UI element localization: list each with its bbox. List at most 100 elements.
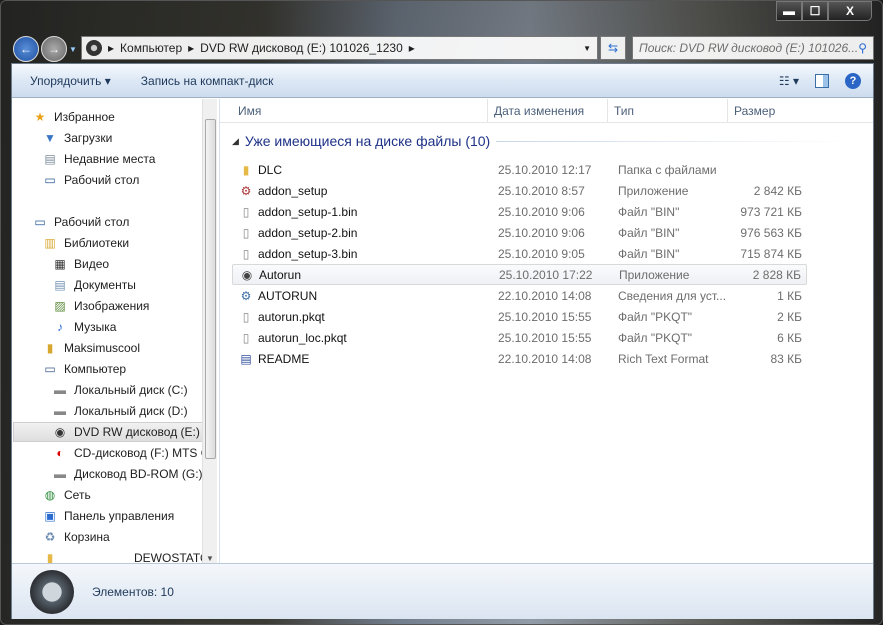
- file-row[interactable]: ▯ addon_setup-2.bin 25.10.2010 9:06 Файл "B…: [232, 222, 807, 243]
- settings-file-icon: ⚙: [240, 288, 252, 303]
- sidebar-item[interactable]: ♪ Музыка: [52, 317, 217, 337]
- file-row[interactable]: ▮ DLC 25.10.2010 12:17 Папка с файлами: [232, 159, 807, 180]
- file-row[interactable]: ◉ Autorun 25.10.2010 17:22 Приложение 2 828 …: [232, 264, 807, 285]
- folder-icon: ▮: [242, 162, 250, 177]
- sidebar-item-label: Документы: [74, 278, 136, 292]
- file-icon: ▯: [242, 204, 250, 219]
- close-button[interactable]: X: [828, 1, 872, 21]
- file-date: 22.10.2010 14:08: [498, 288, 592, 303]
- file-row[interactable]: ▯ addon_setup-3.bin 25.10.2010 9:05 Файл "B…: [232, 243, 807, 264]
- refresh-button[interactable]: ⇆: [600, 36, 626, 60]
- column-size[interactable]: Размер: [728, 99, 814, 123]
- sidebar-item-label: Библиотеки: [64, 236, 130, 250]
- column-name[interactable]: Имя: [220, 98, 488, 123]
- sidebar-item[interactable]: ▣ Панель управления: [42, 506, 217, 526]
- maximize-button[interactable]: ☐: [802, 1, 828, 21]
- sidebar-item[interactable]: ◐ CD-дисковод (F:) MTS C: [52, 443, 217, 463]
- dvd-drive-large-icon: [30, 569, 74, 614]
- dvd-drive-icon: [86, 40, 102, 56]
- file-name: AUTORUN: [258, 288, 318, 303]
- user-folder-icon: ▮: [46, 341, 54, 355]
- file-size: 1 КБ: [777, 288, 802, 303]
- breadcrumb-computer[interactable]: Компьютер: [120, 41, 182, 55]
- sidebar-item-label: Maksimuscool: [64, 341, 141, 355]
- file-date: 25.10.2010 9:06: [498, 204, 585, 219]
- file-type: Файл "PKQT": [618, 309, 693, 324]
- sidebar-item[interactable]: ▮ DEWOSTATOR: [42, 548, 217, 563]
- sidebar-item[interactable]: ▥ Библиотеки: [42, 233, 217, 253]
- file-size: 6 КБ: [777, 330, 802, 345]
- breadcrumb-dvd[interactable]: DVD RW дисковод (E:) 101026_1230: [200, 41, 403, 55]
- bd-drive-icon: ▬: [54, 467, 66, 481]
- file-date: 25.10.2010 15:55: [498, 309, 592, 324]
- sidebar-item-label: Недавние места: [64, 152, 156, 166]
- file-row[interactable]: ▯ autorun_loc.pkqt 25.10.2010 15:55 Файл "P…: [232, 327, 807, 348]
- group-header[interactable]: ◢ Уже имеющиеся на диске файлы (10): [232, 133, 852, 149]
- sidebar-item[interactable]: ★ Избранное: [32, 107, 217, 127]
- address-dropdown[interactable]: ▼: [583, 44, 597, 53]
- column-date[interactable]: Дата изменения: [488, 98, 608, 123]
- minimize-button[interactable]: ▬: [776, 1, 802, 21]
- sidebar-item[interactable]: ◍ Сеть: [42, 485, 217, 505]
- navigation-pane: ★ Избранное ▼ Загрузки ▤ Недавние места ▭ Рабоч…: [12, 99, 217, 563]
- control-panel-icon: ▣: [44, 509, 56, 523]
- sidebar-item[interactable]: ▭ Компьютер: [42, 359, 217, 379]
- column-headers: Имя Дата изменения Тип Размер: [220, 98, 873, 123]
- sidebar-item[interactable]: ▮ Maksimuscool: [42, 338, 217, 358]
- preview-pane-icon[interactable]: [815, 73, 829, 88]
- sidebar-item[interactable]: ▨ Изображения: [52, 296, 217, 316]
- file-row[interactable]: ⚙ AUTORUN 22.10.2010 14:08 Сведения для уст…: [232, 285, 807, 306]
- window-frame: ▬ ☐ X ← → ▼ ▸ Компьютер ▸ DVD RW дисковод …: [0, 0, 883, 625]
- sidebar-item[interactable]: ▤ Недавние места: [42, 149, 217, 169]
- file-type: Rich Text Format: [618, 351, 709, 366]
- file-name: README: [258, 351, 310, 366]
- desktop-icon: ▭: [34, 215, 46, 229]
- file-size: 2 842 КБ: [753, 183, 802, 198]
- help-button[interactable]: ?: [845, 72, 861, 89]
- file-type: Сведения для уст...: [618, 288, 727, 303]
- sidebar-item[interactable]: ▬ Локальный диск (C:): [52, 380, 217, 400]
- network-icon: ◍: [44, 488, 56, 502]
- sidebar-item[interactable]: ▼ Загрузки: [42, 128, 217, 148]
- file-row[interactable]: ⚙ addon_setup 25.10.2010 8:57 Приложение 2 8…: [232, 180, 807, 201]
- file-row[interactable]: ▯ autorun.pkqt 25.10.2010 15:55 Файл "PKQT"…: [232, 306, 807, 327]
- sidebar-item[interactable]: ♻ Корзина: [42, 527, 217, 547]
- file-icon: ▯: [242, 330, 250, 345]
- sidebar-item-label: Локальный диск (D:): [74, 404, 188, 418]
- file-row[interactable]: ▤ README 22.10.2010 14:08 Rich Text Format 8…: [232, 348, 807, 369]
- sidebar-item[interactable]: ▬ Дисковод BD-ROM (G:): [52, 464, 217, 484]
- sidebar-item[interactable]: ▭ Рабочий стол: [32, 212, 217, 232]
- file-name: autorun_loc.pkqt: [258, 330, 347, 345]
- sidebar-item[interactable]: ▦ Видео: [52, 254, 217, 274]
- toolbar: Упорядочить ▾ Запись на компакт-диск ☷ ▾…: [12, 64, 873, 98]
- sidebar-item-label: Рабочий стол: [54, 215, 130, 229]
- sidebar-scrollbar[interactable]: ▼: [202, 99, 217, 563]
- file-type: Файл "BIN": [618, 204, 680, 219]
- search-input[interactable]: Поиск: DVD RW дисковод (E:) 101026... ⚲: [632, 36, 874, 60]
- file-name: addon_setup-1.bin: [258, 204, 358, 219]
- sidebar-item[interactable]: ▭ Рабочий стол: [42, 170, 217, 190]
- sidebar-item[interactable]: ▬ Локальный диск (D:): [52, 401, 217, 421]
- file-name: Autorun: [259, 267, 302, 282]
- scrollbar-thumb[interactable]: [205, 119, 216, 459]
- burn-button[interactable]: Запись на компакт-диск: [141, 74, 274, 88]
- file-size: 976 563 КБ: [740, 225, 802, 240]
- file-row[interactable]: ▯ addon_setup-1.bin 25.10.2010 9:06 Файл "B…: [232, 201, 807, 222]
- sidebar-item[interactable]: ▤ Документы: [52, 275, 217, 295]
- group-label: Уже имеющиеся на диске файлы (10): [244, 133, 491, 149]
- sidebar-item-label: Избранное: [54, 110, 115, 124]
- address-bar[interactable]: ▸ Компьютер ▸ DVD RW дисковод (E:) 101026_…: [81, 36, 598, 60]
- column-type[interactable]: Тип: [608, 98, 728, 123]
- forward-button[interactable]: →: [41, 36, 67, 62]
- history-dropdown[interactable]: ▼: [69, 45, 77, 54]
- back-button[interactable]: ←: [13, 36, 39, 62]
- organize-button[interactable]: Упорядочить ▾: [30, 74, 111, 88]
- file-icon: ▯: [242, 309, 250, 324]
- file-size: 2 КБ: [777, 309, 802, 324]
- file-name: addon_setup: [258, 183, 328, 198]
- file-type: Папка с файлами: [618, 162, 717, 177]
- view-options-icon[interactable]: ☷ ▾: [779, 74, 799, 88]
- file-size: 2 828 КБ: [752, 267, 801, 282]
- sidebar-item[interactable]: ◉ DVD RW дисковод (E:) 1: [13, 422, 210, 442]
- sidebar-item-label: Сеть: [64, 488, 91, 502]
